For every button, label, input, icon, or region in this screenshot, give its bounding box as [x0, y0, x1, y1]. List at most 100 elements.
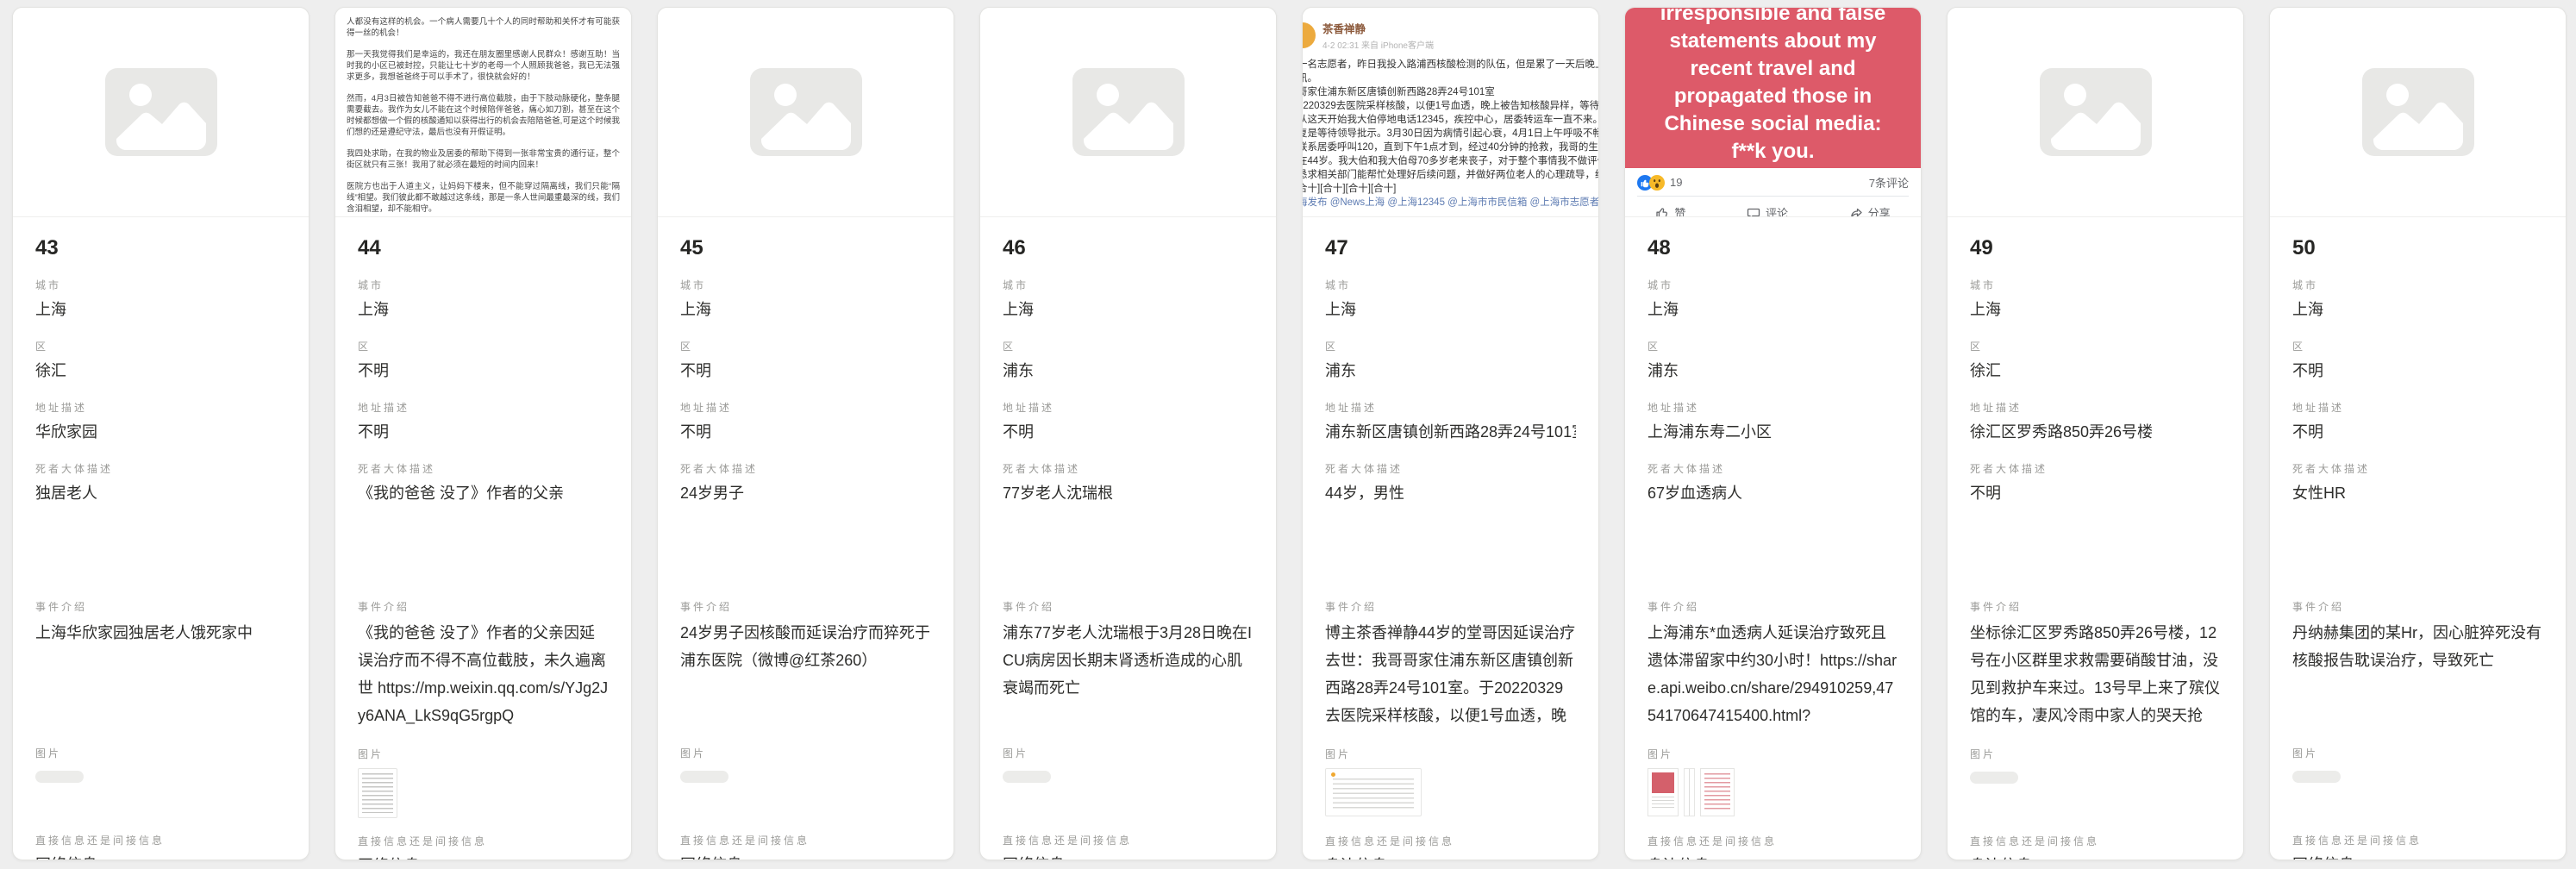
gallery-board: 43 城市 上海 区 徐汇 地址描述 华欣家园 死者大体描述 独居老人 事件介绍… — [0, 0, 2576, 867]
field-label: 事件介绍 — [358, 599, 609, 614]
field-value: 77岁老人沈瑞根 — [1003, 481, 1254, 505]
card-cover-weibo: 茶香禅静 4-2 02:31 来自 iPhone客户端 一名志愿者，昨日我投入路… — [1303, 8, 1598, 217]
field-label: 图片 — [1970, 747, 2221, 761]
case-number: 50 — [2292, 236, 2543, 260]
field-label: 城市 — [1003, 278, 1254, 292]
field-city: 城市 上海 — [680, 278, 931, 322]
like-button-label: 赞 — [1674, 204, 1685, 217]
field-city: 城市 上海 — [1325, 278, 1576, 322]
field-value: 网络信息 — [680, 853, 931, 860]
document-lines — [362, 773, 393, 813]
field-value: 华欣家园 — [35, 420, 286, 444]
field-city: 城市 上海 — [2292, 278, 2543, 322]
field-value: 浦东 — [1325, 359, 1576, 383]
field-event: 事件介绍 博主茶香禅静44岁的堂哥因延误治疗去世：我哥哥家住浦东新区唐镇创新西路… — [1325, 599, 1576, 729]
case-number: 45 — [680, 236, 931, 260]
card-content: 46 城市 上海 区 浦东 地址描述 不明 死者大体描述 77岁老人沈瑞根 事件… — [980, 217, 1276, 860]
field-address: 地址描述 不明 — [358, 400, 609, 444]
field-label: 城市 — [358, 278, 609, 292]
case-card-47[interactable]: 茶香禅静 4-2 02:31 来自 iPhone客户端 一名志愿者，昨日我投入路… — [1302, 7, 1599, 860]
field-label: 直接信息还是间接信息 — [358, 834, 609, 848]
case-card-44[interactable]: 人都没有这样的机会。一个病人需要几十个人的同时帮助和关怀才有可能获得一丝的机会！… — [335, 7, 632, 860]
field-label: 城市 — [680, 278, 931, 292]
case-number: 48 — [1648, 236, 1898, 260]
image-attachment-thumbnail[interactable] — [1684, 768, 1695, 816]
field-deceased: 死者大体描述 67岁血透病人 — [1648, 461, 1898, 582]
comment-button[interactable]: 评论 — [1747, 204, 1788, 217]
field-label: 图片 — [680, 746, 931, 760]
card-content: 48 城市 上海 区 浦东 地址描述 上海浦东寿二小区 死者大体描述 67岁血透… — [1625, 217, 1921, 860]
field-event: 事件介绍 24岁男子因核酸而延误治疗而猝死于浦东医院（微博@红茶260） — [680, 599, 931, 728]
field-district: 区 浦东 — [1003, 339, 1254, 383]
comment-count[interactable]: 7条评论 — [1869, 174, 1909, 191]
field-value: 博主茶香禅静44岁的堂哥因延误治疗去世：我哥哥家住浦东新区唐镇创新西路28弄24… — [1325, 619, 1576, 729]
field-label: 地址描述 — [680, 400, 931, 415]
field-value: 女性HR — [2292, 481, 2543, 505]
image-attachment-thumbnail[interactable] — [1648, 768, 1679, 816]
field-label: 地址描述 — [358, 400, 609, 415]
card-cover — [13, 8, 309, 217]
field-district: 区 不明 — [358, 339, 609, 383]
field-label: 事件介绍 — [1648, 599, 1898, 614]
image-attachment-thumbnail[interactable] — [1700, 768, 1735, 816]
case-number: 44 — [358, 236, 609, 260]
field-value: 不明 — [1003, 420, 1254, 444]
field-value: 网络信息 — [2292, 853, 2543, 860]
field-city: 城市 上海 — [1970, 278, 2221, 322]
card-cover-article: 人都没有这样的机会。一个病人需要几十个人的同时帮助和关怀才有可能获得一丝的机会！… — [335, 8, 631, 217]
facebook-post-background: irresponsible and false statements about… — [1625, 8, 1921, 168]
case-card-50[interactable]: 50 城市 上海 区 不明 地址描述 不明 死者大体描述 女性HR 事件介绍 丹… — [2269, 7, 2567, 860]
case-number: 43 — [35, 236, 286, 260]
field-source: 直接信息还是间接信息 网络信息 — [1003, 833, 1254, 860]
case-card-46[interactable]: 46 城市 上海 区 浦东 地址描述 不明 死者大体描述 77岁老人沈瑞根 事件… — [979, 7, 1277, 860]
case-card-48[interactable]: irresponsible and false statements about… — [1624, 7, 1922, 860]
field-value: 上海 — [2292, 297, 2543, 322]
case-card-43[interactable]: 43 城市 上海 区 徐汇 地址描述 华欣家园 死者大体描述 独居老人 事件介绍… — [12, 7, 309, 860]
field-label: 图片 — [1648, 747, 1898, 761]
field-source: 直接信息还是间接信息 身边信息 — [1970, 834, 2221, 860]
field-city: 城市 上海 — [35, 278, 286, 322]
case-card-49[interactable]: 49 城市 上海 区 徐汇 地址描述 徐汇区罗秀路850弄26号楼 死者大体描述… — [1947, 7, 2244, 860]
field-district: 区 不明 — [2292, 339, 2543, 383]
image-attachment-thumbnail[interactable] — [1325, 768, 1422, 816]
article-paragraph: 医院方也出于人道主义，让妈妈下楼来，但不能穿过隔离线，我们只能“隔线”相望。我们… — [347, 181, 620, 215]
field-label: 直接信息还是间接信息 — [1648, 834, 1898, 848]
weibo-username: 茶香禅静 — [1322, 20, 1434, 36]
field-value: 网络信息 — [35, 853, 286, 860]
field-label: 区 — [1970, 339, 2221, 353]
image-attachment-thumbnail[interactable] — [1003, 771, 1051, 783]
field-address: 地址描述 华欣家园 — [35, 400, 286, 444]
image-attachment-thumbnail[interactable] — [35, 771, 84, 783]
case-number: 49 — [1970, 236, 2221, 260]
weibo-body-line: 一名志愿者，昨日我投入路浦西核酸检测的队伍，但是累了一天后晚上接 — [1303, 58, 1598, 72]
field-value: 上海 — [1325, 297, 1576, 322]
weibo-mentions[interactable]: 海发布 @News上海 @上海12345 @上海市市民信箱 @上海市志愿者协会 — [1303, 196, 1598, 209]
field-label: 直接信息还是间接信息 — [2292, 833, 2543, 847]
card-cover — [980, 8, 1276, 217]
field-value: 坐标徐汇区罗秀路850弄26号楼，12号在小区群里求救需要硝酸甘油，没见到救护车… — [1970, 619, 2221, 729]
field-source: 直接信息还是间接信息 身边信息 — [1325, 834, 1576, 860]
field-event: 事件介绍 丹纳赫集团的某Hr，因心脏猝死没有核酸报告耽误治疗，导致死亡 — [2292, 599, 2543, 728]
field-value: 不明 — [680, 420, 931, 444]
wow-face-reaction-icon — [1649, 175, 1665, 191]
image-placeholder-icon — [750, 68, 862, 156]
field-image: 图片 — [1325, 747, 1576, 816]
image-attachment-thumbnail[interactable] — [680, 771, 728, 783]
thumbnail-red-block — [1652, 772, 1674, 793]
field-label: 事件介绍 — [1325, 599, 1576, 614]
share-button[interactable]: 分享 — [1849, 204, 1891, 217]
share-button-label: 分享 — [1868, 204, 1891, 217]
field-value: 徐汇 — [35, 359, 286, 383]
facebook-reactions[interactable]: 19 — [1637, 175, 1682, 191]
case-card-45[interactable]: 45 城市 上海 区 不明 地址描述 不明 死者大体描述 24岁男子 事件介绍 … — [657, 7, 954, 860]
image-attachment-thumbnail[interactable] — [358, 768, 397, 818]
field-city: 城市 上海 — [358, 278, 609, 322]
like-button[interactable]: 赞 — [1655, 204, 1685, 217]
field-value: 《我的爸爸 没了》作者的父亲因延误治疗而不得不高位截肢，未久遍离世 https:… — [358, 619, 609, 729]
card-content: 50 城市 上海 区 不明 地址描述 不明 死者大体描述 女性HR 事件介绍 丹… — [2270, 217, 2566, 860]
image-attachment-thumbnail[interactable] — [2292, 771, 2341, 783]
image-attachment-thumbnail[interactable] — [1970, 772, 2018, 784]
field-label: 城市 — [2292, 278, 2543, 292]
field-event: 事件介绍 坐标徐汇区罗秀路850弄26号楼，12号在小区群里求救需要硝酸甘油，没… — [1970, 599, 2221, 729]
comment-button-label: 评论 — [1766, 204, 1788, 217]
